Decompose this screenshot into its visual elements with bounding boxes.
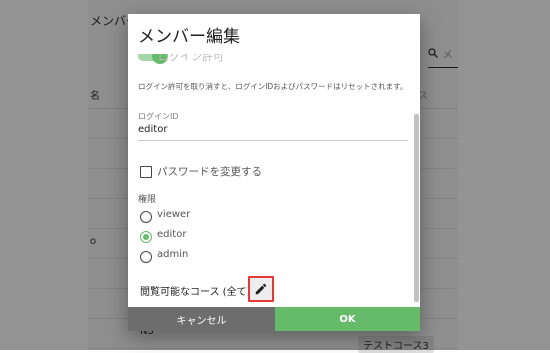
login-permission-label: ログイン許可	[158, 54, 224, 63]
viewable-courses-label: 閲覧可能なコース (全て)	[140, 287, 251, 298]
dialog-footer: キャンセル OK	[128, 307, 420, 331]
pencil-icon	[255, 283, 267, 295]
radio-selected-dot	[143, 234, 149, 240]
edit-courses-button[interactable]	[248, 276, 274, 302]
login-permission-note: ログイン許可を取り消すと、ログインIDおよびパスワードはリセットされます。	[138, 82, 408, 91]
login-id-field[interactable]: editor	[138, 124, 167, 135]
login-id-underline	[138, 140, 408, 141]
member-edit-dialog: メンバー編集 ログイン許可 ログイン許可を取り消すと、ログインIDおよびパスワー…	[128, 14, 420, 331]
login-id-label: ログインID	[138, 112, 179, 121]
dialog-scrollbar[interactable]	[414, 114, 419, 302]
role-label-viewer[interactable]: viewer	[157, 209, 190, 220]
role-label: 権限	[138, 195, 157, 205]
dialog-body: ログイン許可 ログイン許可を取り消すと、ログインIDおよびパスワードはリセットさ…	[128, 54, 420, 307]
cancel-button[interactable]: キャンセル	[128, 307, 275, 331]
role-radio-editor[interactable]	[140, 231, 152, 243]
dialog-title: メンバー編集	[138, 27, 240, 47]
role-radio-viewer[interactable]	[140, 211, 152, 223]
ok-button[interactable]: OK	[275, 307, 420, 331]
role-radio-admin[interactable]	[140, 251, 152, 263]
role-label-admin[interactable]: admin	[157, 249, 188, 260]
change-password-label[interactable]: パスワードを変更する	[157, 164, 262, 179]
role-label-editor[interactable]: editor	[157, 229, 186, 240]
change-password-checkbox[interactable]	[140, 166, 152, 178]
